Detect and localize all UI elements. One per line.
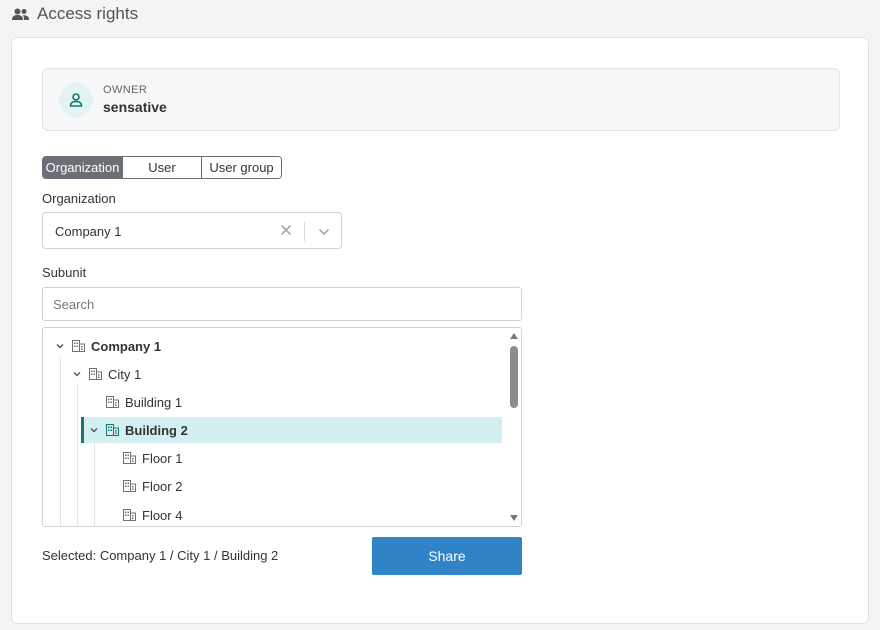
scroll-up-arrow-icon[interactable] <box>510 333 518 339</box>
tree-node-floor-1[interactable]: Floor 1 <box>43 445 505 471</box>
access-rights-card: OWNER sensative Organization User User g… <box>11 37 869 624</box>
owner-name: sensative <box>103 99 167 115</box>
person-icon <box>69 93 83 107</box>
page-title: Access rights <box>37 4 139 23</box>
share-type-user-group[interactable]: User group <box>202 157 281 178</box>
scroll-down-arrow-icon[interactable] <box>510 515 518 521</box>
tree-node-label: Floor 1 <box>142 450 183 466</box>
page-header: Access rights <box>12 4 138 24</box>
building-icon <box>72 340 85 352</box>
tree-node-building-2[interactable]: Building 2 <box>81 417 502 443</box>
share-button[interactable]: Share <box>372 537 522 575</box>
chevron-down-icon[interactable] <box>88 424 100 436</box>
building-icon <box>89 368 102 380</box>
chevron-down-icon[interactable] <box>71 368 83 380</box>
organization-select-value: Company 1 <box>55 224 122 239</box>
tree-toggle-spacer <box>105 452 117 464</box>
building-icon <box>123 509 136 521</box>
tree-node-label: Building 1 <box>125 394 183 410</box>
tree-toggle-spacer <box>88 396 100 408</box>
tree-node-label: Floor 2 <box>142 478 183 494</box>
building-icon <box>106 396 119 408</box>
subunit-label: Subunit <box>42 265 87 280</box>
scrollbar-thumb[interactable] <box>510 346 518 408</box>
tree-node-city-1[interactable]: City 1 <box>43 361 505 387</box>
tree-node-floor-2[interactable]: Floor 2 <box>43 473 505 499</box>
building-icon <box>123 480 136 492</box>
organization-select[interactable]: Company 1 <box>42 212 342 249</box>
tree-node-building-1[interactable]: Building 1 <box>43 389 505 415</box>
owner-box: OWNER sensative <box>42 68 840 131</box>
selected-path-text: Selected: Company 1 / City 1 / Building … <box>42 548 279 563</box>
building-icon <box>106 424 119 436</box>
tree-node-company-1[interactable]: Company 1 <box>43 333 505 359</box>
subunit-tree: Company 1 City 1 Building 1 Building 2 F… <box>42 327 522 527</box>
owner-label: OWNER <box>103 84 148 96</box>
tree-node-label: Floor 4 <box>142 507 183 523</box>
tree-scrollbar[interactable] <box>507 328 521 526</box>
avatar <box>59 83 93 117</box>
users-icon <box>12 8 29 20</box>
chevron-down-icon[interactable] <box>54 340 66 352</box>
subunit-search-input[interactable] <box>42 287 522 321</box>
chevron-down-icon[interactable] <box>317 225 331 239</box>
tree-toggle-spacer <box>105 509 117 521</box>
share-type-user[interactable]: User <box>123 157 202 178</box>
building-icon <box>123 452 136 464</box>
share-type-toggle: Organization User User group <box>42 156 282 179</box>
tree-node-label: City 1 <box>108 366 142 382</box>
tree-toggle-spacer <box>105 480 117 492</box>
tree-node-label: Company 1 <box>91 338 162 354</box>
share-type-organization[interactable]: Organization <box>43 157 123 178</box>
organization-label: Organization <box>42 191 116 206</box>
select-separator <box>304 222 305 241</box>
tree-node-floor-4[interactable]: Floor 4 <box>43 502 505 526</box>
clear-icon[interactable] <box>279 223 293 237</box>
tree-node-label: Building 2 <box>125 422 188 438</box>
